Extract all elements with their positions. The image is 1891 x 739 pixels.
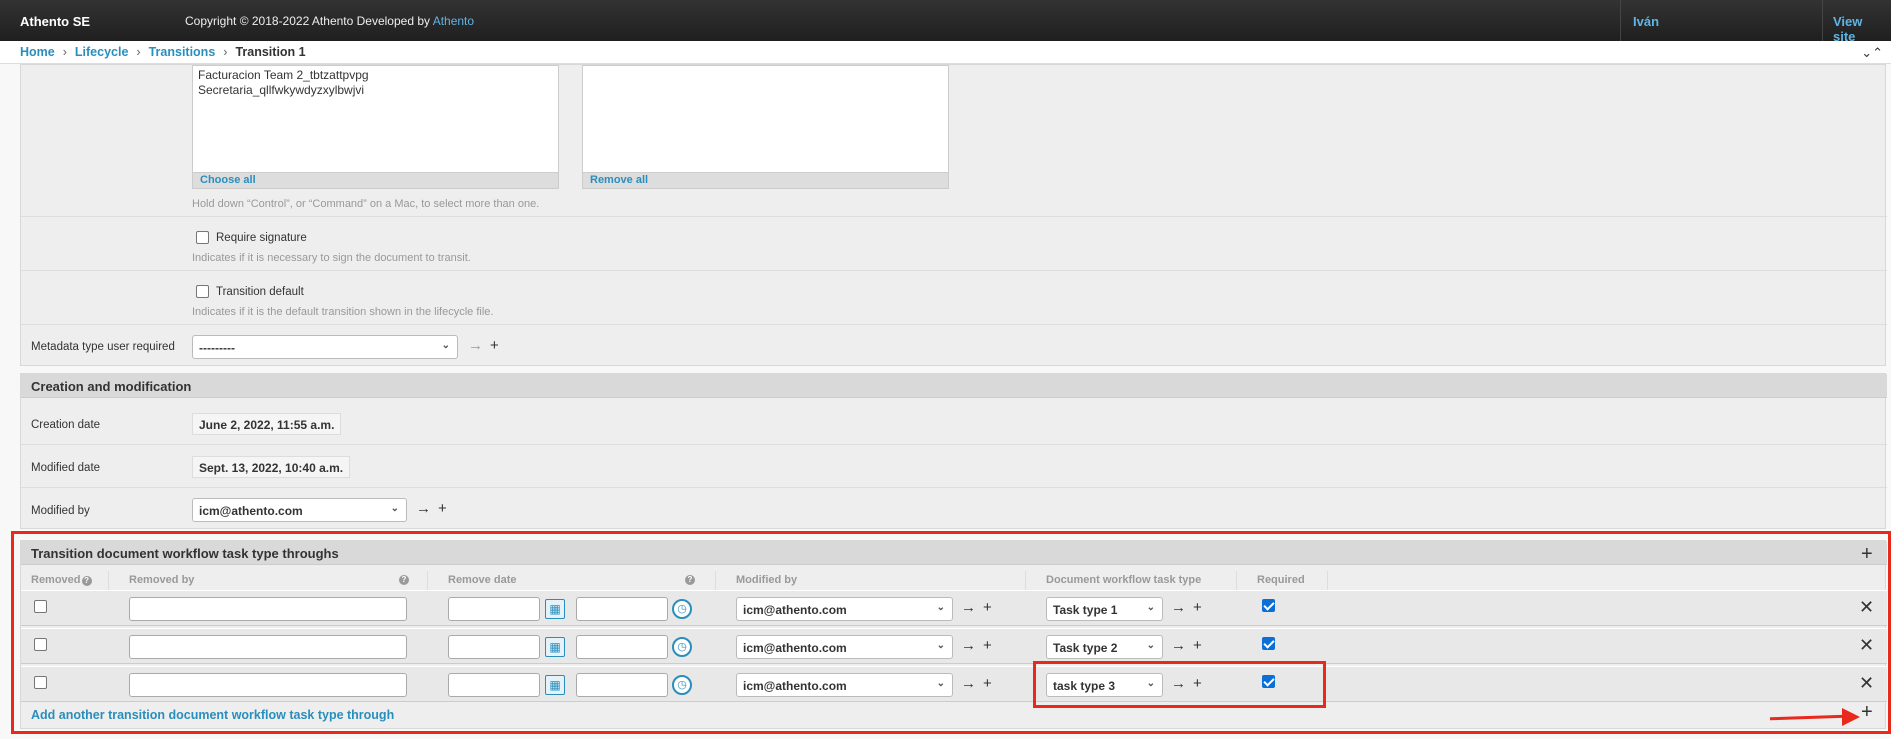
chevron-down-icon: ⌄ <box>390 503 399 514</box>
modified-date-value: Sept. 13, 2022, 10:40 a.m. <box>192 456 351 478</box>
user-menu[interactable]: Iván <box>1620 0 1823 41</box>
metadata-type-value: --------- <box>199 341 235 355</box>
breadcrumb-separator: › <box>62 45 67 59</box>
group-option[interactable]: Facturacion Team 2_tbtzattpvpg <box>198 68 553 83</box>
choose-all-link[interactable]: Choose all <box>192 173 559 189</box>
divider <box>21 487 1887 488</box>
add-user-icon[interactable]: + <box>438 500 447 517</box>
transition-fieldset: Facturacion Team 2_tbtzattpvpg Secretari… <box>20 64 1887 366</box>
arrow-right-icon[interactable]: → <box>468 337 483 354</box>
creation-section-header: Creation and modification <box>21 374 1887 398</box>
annotation-inline-highlight <box>11 531 1891 734</box>
modified-by-label: Modified by <box>31 505 90 517</box>
annotation-arrow-head <box>1842 708 1860 726</box>
modified-by-value: icm@athento.com <box>199 504 303 518</box>
divider <box>21 270 1887 271</box>
divider <box>21 444 1887 445</box>
breadcrumb-home[interactable]: Home <box>20 45 55 59</box>
breadcrumb-separator: › <box>223 45 228 59</box>
metadata-type-select[interactable]: --------- ⌄ <box>192 335 458 359</box>
group-option[interactable]: Secretaria_qllfwkywdyzxylbwjvi <box>198 83 553 98</box>
available-groups-select[interactable]: Facturacion Team 2_tbtzattpvpg Secretari… <box>192 65 559 173</box>
arrow-right-icon[interactable]: → <box>416 500 431 517</box>
copyright-prefix: Copyright © 2018-2022 Athento Developed … <box>185 14 433 28</box>
view-site-link[interactable]: View site <box>1822 0 1891 44</box>
divider <box>21 216 1887 217</box>
creation-date-value: June 2, 2022, 11:55 a.m. <box>192 413 342 435</box>
transition-default-label: Transition default <box>216 286 304 298</box>
copyright-text: Copyright © 2018-2022 Athento Developed … <box>185 14 474 28</box>
transition-default-help: Indicates if it is the default transitio… <box>192 306 494 318</box>
breadcrumb-transitions[interactable]: Transitions <box>149 45 216 59</box>
breadcrumb: Home › Lifecycle › Transitions › Transition 1 … <box>0 41 1891 64</box>
creation-date-label: Creation date <box>31 419 101 431</box>
transition-default-checkbox[interactable] <box>196 285 209 298</box>
chevron-down-icon: ⌄ <box>441 340 450 351</box>
annotation-task-type-highlight <box>1033 661 1326 708</box>
site-brand[interactable]: Athento SE <box>20 14 90 29</box>
breadcrumb-lifecycle[interactable]: Lifecycle <box>75 45 129 59</box>
collapse-toggle-icon[interactable]: ⌄⌃ <box>1861 45 1883 61</box>
admin-header: Athento SE Copyright © 2018-2022 Athento… <box>0 0 1891 44</box>
require-signature-checkbox[interactable] <box>196 231 209 244</box>
athento-link[interactable]: Athento <box>433 14 474 28</box>
creation-fieldset: Creation and modification Creation date … <box>20 373 1887 529</box>
metadata-type-label: Metadata type user required <box>31 341 175 353</box>
groups-help-text: Hold down “Control”, or “Command” on a M… <box>192 198 540 210</box>
breadcrumb-separator: › <box>136 45 141 59</box>
divider <box>21 324 1887 325</box>
require-signature-help: Indicates if it is necessary to sign the… <box>192 252 471 264</box>
breadcrumb-current: Transition 1 <box>235 45 306 59</box>
chosen-groups-select[interactable] <box>582 65 949 173</box>
modified-by-select[interactable]: icm@athento.com ⌄ <box>192 498 407 522</box>
add-metadata-type-icon[interactable]: + <box>490 337 499 354</box>
modified-date-label: Modified date <box>31 462 101 474</box>
remove-all-link[interactable]: Remove all <box>582 173 949 189</box>
require-signature-label: Require signature <box>216 232 307 244</box>
